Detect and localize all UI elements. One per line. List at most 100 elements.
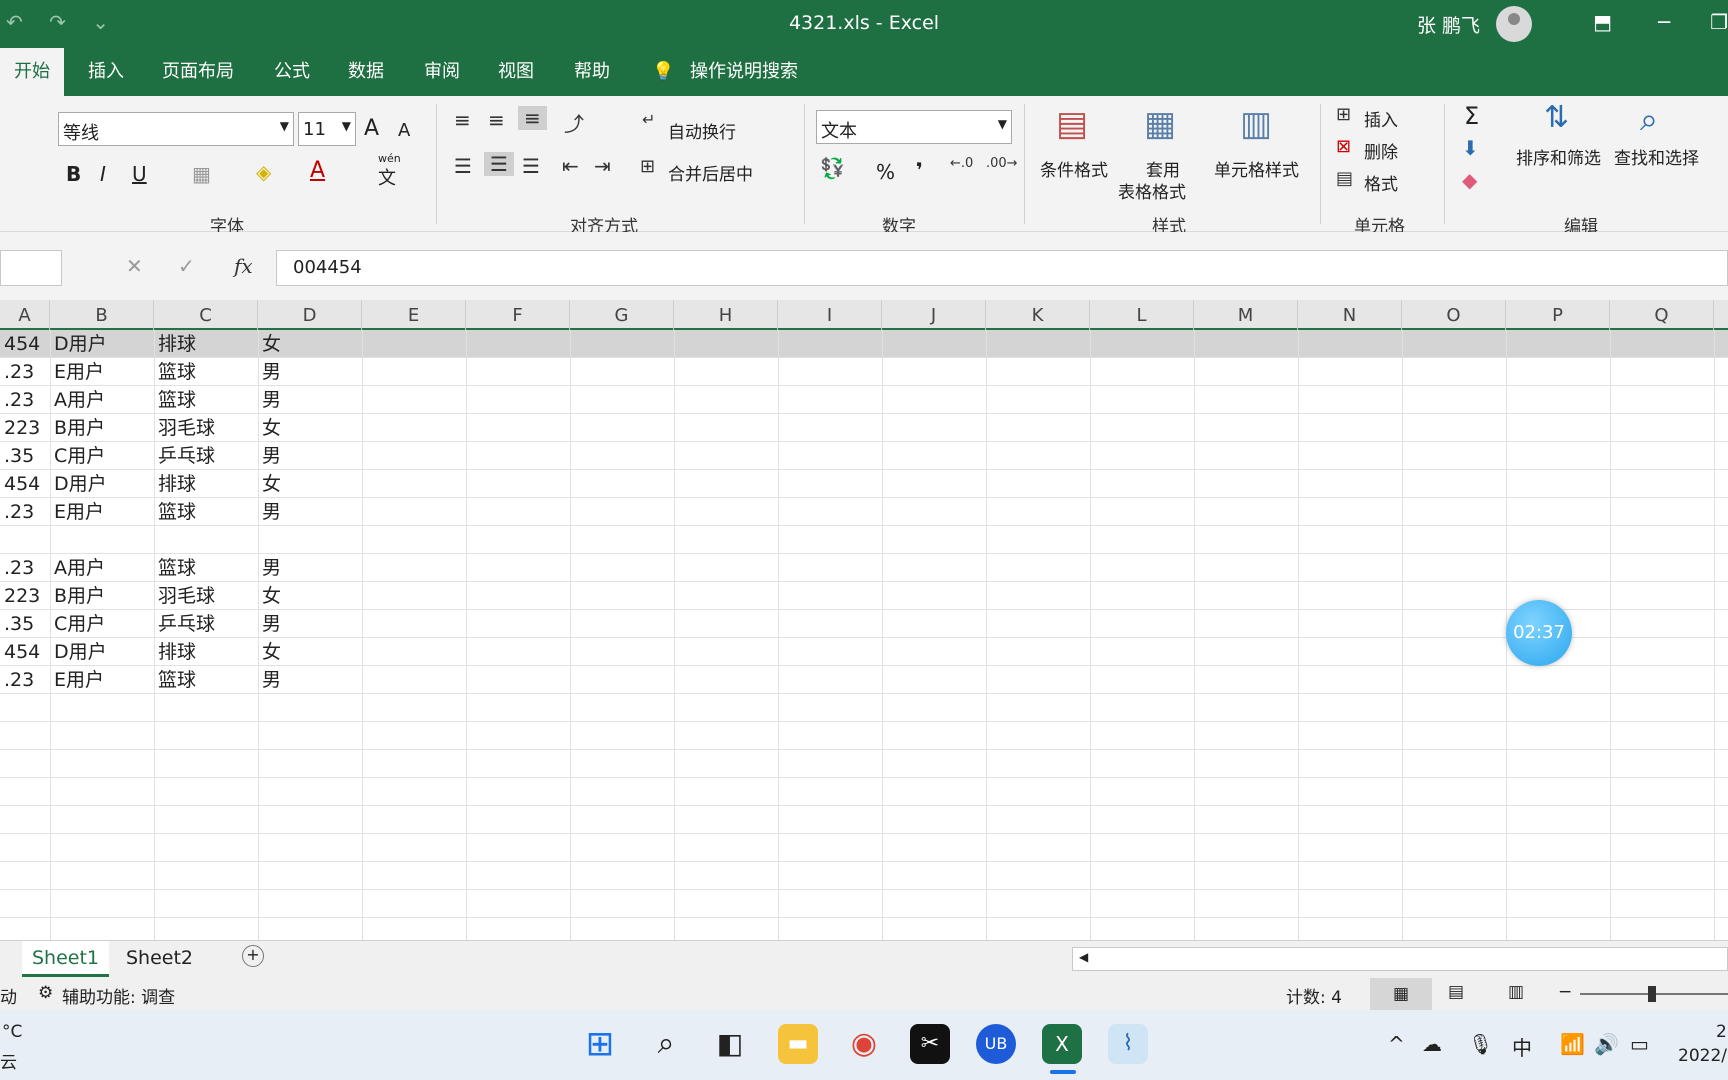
insert-function-button[interactable]: fx — [234, 254, 253, 278]
page-break-view-icon[interactable]: ▥ — [1508, 982, 1524, 1002]
column-header[interactable]: O — [1402, 300, 1506, 330]
cell[interactable]: 排球 — [154, 638, 258, 666]
table-row[interactable]: 223 B用户 羽毛球女 — [0, 582, 1728, 610]
cell[interactable]: .23 — [0, 358, 50, 386]
comma-button[interactable]: ❜ — [916, 158, 923, 182]
chevron-up-icon[interactable]: ^ — [1388, 1032, 1405, 1056]
align-right-icon[interactable]: ☰ — [522, 154, 540, 178]
cell[interactable]: 男 — [258, 358, 362, 386]
tab-insert[interactable]: 插入 — [88, 48, 124, 96]
weather-temp[interactable]: °C — [2, 1022, 22, 1042]
confirm-button[interactable]: ✓ — [178, 254, 195, 278]
formula-input[interactable]: 004454 — [276, 250, 1728, 286]
cell[interactable]: 男 — [258, 498, 362, 526]
cell[interactable]: 男 — [258, 386, 362, 414]
cell[interactable] — [258, 526, 362, 554]
cell[interactable]: .23 — [0, 554, 50, 582]
cell[interactable]: A用户 — [50, 554, 154, 582]
cell[interactable]: 男 — [258, 610, 362, 638]
cell[interactable]: 223 — [0, 582, 50, 610]
tell-me-search[interactable]: 操作说明搜索 — [690, 48, 798, 96]
cell[interactable]: 女 — [258, 470, 362, 498]
ribbon-display-icon[interactable]: ⬒ — [1593, 10, 1612, 34]
cell[interactable]: B用户 — [50, 414, 154, 442]
add-sheet-button[interactable]: + — [242, 945, 264, 967]
underline-button[interactable]: U — [132, 162, 147, 186]
volume-icon[interactable]: 🔊 — [1594, 1032, 1619, 1056]
table-row[interactable]: 454 D用户 排球女 — [0, 470, 1728, 498]
cell[interactable] — [154, 526, 258, 554]
accessibility-status[interactable]: 辅助功能: 调查 — [62, 983, 175, 1008]
clock-time[interactable]: 2 — [1716, 1022, 1727, 1042]
cell[interactable]: 篮球 — [154, 386, 258, 414]
increase-indent-icon[interactable]: ⇥ — [594, 154, 611, 178]
table-row[interactable]: .35 C用户 乒乓球男 — [0, 442, 1728, 470]
accounting-icon[interactable]: 💱 — [820, 156, 845, 180]
cell[interactable]: 羽毛球 — [154, 414, 258, 442]
tab-page-layout[interactable]: 页面布局 — [162, 48, 234, 96]
column-header[interactable]: L — [1090, 300, 1194, 330]
microphone-icon[interactable]: 🎙 — [1468, 1032, 1493, 1056]
cell[interactable]: 乒乓球 — [154, 610, 258, 638]
cell[interactable]: B用户 — [50, 582, 154, 610]
table-row[interactable] — [0, 890, 1728, 918]
grow-font-button[interactable]: A — [364, 116, 379, 141]
cell[interactable]: E用户 — [50, 358, 154, 386]
page-layout-view-icon[interactable]: ▤ — [1448, 982, 1464, 1002]
autosum-button[interactable]: Σ — [1464, 102, 1479, 130]
cell[interactable]: .23 — [0, 666, 50, 694]
cell[interactable]: 排球 — [154, 330, 258, 358]
find-select-button[interactable]: 查找和选择 — [1614, 144, 1699, 169]
cell[interactable]: 排球 — [154, 470, 258, 498]
table-format-button-line2[interactable]: 表格格式 — [1118, 178, 1186, 203]
name-box[interactable] — [0, 250, 62, 286]
cell[interactable]: D用户 — [50, 470, 154, 498]
decrease-decimal-icon[interactable]: .00→ — [986, 156, 1018, 171]
table-row[interactable] — [0, 834, 1728, 862]
cell[interactable] — [50, 526, 154, 554]
capcut-icon[interactable]: ✂ — [910, 1024, 950, 1064]
table-row[interactable]: .23 E用户 篮球男 — [0, 358, 1728, 386]
cell[interactable]: .23 — [0, 386, 50, 414]
chrome-icon[interactable]: ◉ — [844, 1024, 884, 1064]
minimize-button[interactable]: ─ — [1658, 10, 1670, 34]
table-row[interactable] — [0, 778, 1728, 806]
weather-desc[interactable]: 云 — [0, 1048, 17, 1073]
cell[interactable]: .35 — [0, 610, 50, 638]
cell[interactable]: D用户 — [50, 330, 154, 358]
table-row[interactable] — [0, 750, 1728, 778]
font-color-icon[interactable]: A — [310, 158, 325, 183]
recording-timer[interactable]: 02:37 — [1506, 600, 1572, 666]
scroll-left-icon[interactable]: ◀ — [1079, 950, 1088, 964]
tab-formulas[interactable]: 公式 — [274, 48, 310, 96]
wrap-text-button[interactable]: 自动换行 — [668, 118, 736, 143]
cell[interactable]: 篮球 — [154, 358, 258, 386]
insert-cells-button[interactable]: 插入 — [1364, 106, 1398, 131]
column-header[interactable]: D — [258, 300, 362, 330]
column-header[interactable]: J — [882, 300, 986, 330]
table-row[interactable]: .23 E用户 篮球男 — [0, 666, 1728, 694]
align-center-icon[interactable]: ☰ — [484, 152, 514, 176]
table-row[interactable]: .23 A用户 篮球男 — [0, 554, 1728, 582]
column-header[interactable]: A — [0, 300, 50, 330]
cancel-button[interactable]: ✕ — [126, 254, 143, 278]
cell[interactable]: 羽毛球 — [154, 582, 258, 610]
column-header[interactable]: Q — [1610, 300, 1714, 330]
cell[interactable]: .35 — [0, 442, 50, 470]
table-row[interactable]: 223 B用户 羽毛球女 — [0, 414, 1728, 442]
align-bottom-icon[interactable]: ≡ — [518, 106, 547, 130]
cell[interactable]: 223 — [0, 414, 50, 442]
file-explorer-icon[interactable]: ▬ — [778, 1024, 818, 1064]
cell[interactable]: 女 — [258, 582, 362, 610]
cell[interactable]: 男 — [258, 554, 362, 582]
user-name[interactable]: 张 鹏飞 — [1417, 11, 1480, 38]
cell[interactable]: 乒乓球 — [154, 442, 258, 470]
column-header[interactable]: C — [154, 300, 258, 330]
table-row[interactable] — [0, 694, 1728, 722]
cell-style-button[interactable]: 单元格样式 — [1214, 156, 1299, 181]
font-size-select[interactable]: 11 ▼ — [298, 112, 356, 146]
windows-start-icon[interactable]: ⊞ — [580, 1024, 620, 1064]
cell[interactable]: 男 — [258, 666, 362, 694]
sheet-tab-sheet2[interactable]: Sheet2 — [116, 941, 203, 977]
zoom-slider-thumb[interactable] — [1648, 986, 1656, 1002]
